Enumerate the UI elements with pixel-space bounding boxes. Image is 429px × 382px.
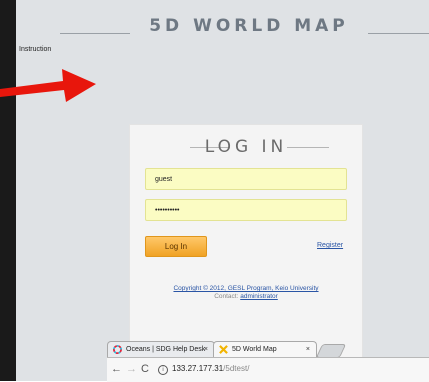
browser-tab-5d-world-map[interactable]: 5D World Map × (213, 341, 317, 357)
register-link[interactable]: Register (317, 242, 343, 249)
url-field[interactable]: 133.27.177.31/5dtest/ (172, 364, 249, 373)
url-path: /5dtest/ (223, 364, 250, 373)
back-arrow-icon[interactable]: ← (111, 363, 122, 375)
close-icon[interactable]: × (204, 342, 208, 357)
contact-line: Contact: administrator (130, 293, 362, 300)
username-field[interactable] (145, 168, 347, 190)
contact-label: Contact: (214, 293, 239, 300)
tab-label: Oceans | SDG Help Desk (126, 346, 206, 353)
left-dark-border (0, 0, 16, 381)
browser-tabstrip: Oceans | SDG Help Desk × 5D World Map × (107, 337, 429, 358)
copyright-link[interactable]: Copyright © 2012, GESL Program, Keio Uni… (173, 285, 318, 292)
instruction-link[interactable]: Instruction (19, 46, 51, 53)
tab-label: 5D World Map (232, 346, 277, 353)
browser-window: Oceans | SDG Help Desk × 5D World Map × … (107, 337, 429, 382)
copyright-notice: Copyright © 2012, GESL Program, Keio Uni… (130, 285, 362, 292)
reload-icon[interactable]: C (141, 363, 149, 375)
url-host: 133.27.177.31 (172, 364, 224, 373)
close-icon[interactable]: × (306, 342, 310, 357)
sdg-wheel-icon (113, 345, 122, 354)
forward-arrow-icon[interactable]: → (126, 363, 137, 375)
site-title: 5D WORLD MAP (149, 16, 349, 36)
site-info-icon[interactable]: i (158, 365, 168, 375)
login-title-divider-right (287, 147, 329, 148)
page-background: 5D WORLD MAP Instruction LOG IN Log In R… (16, 0, 429, 382)
header-divider-left (60, 33, 130, 34)
password-field[interactable] (145, 199, 347, 221)
world-map-favicon-icon (219, 345, 228, 354)
header-divider-right (368, 33, 429, 34)
red-arrow-icon (0, 69, 96, 102)
browser-tab-oceans[interactable]: Oceans | SDG Help Desk × (107, 341, 215, 357)
new-tab-button[interactable] (315, 344, 347, 358)
login-button[interactable]: Log In (145, 236, 207, 257)
administrator-link[interactable]: administrator (240, 293, 278, 300)
address-bar: ← → C i 133.27.177.31/5dtest/ (107, 357, 429, 382)
